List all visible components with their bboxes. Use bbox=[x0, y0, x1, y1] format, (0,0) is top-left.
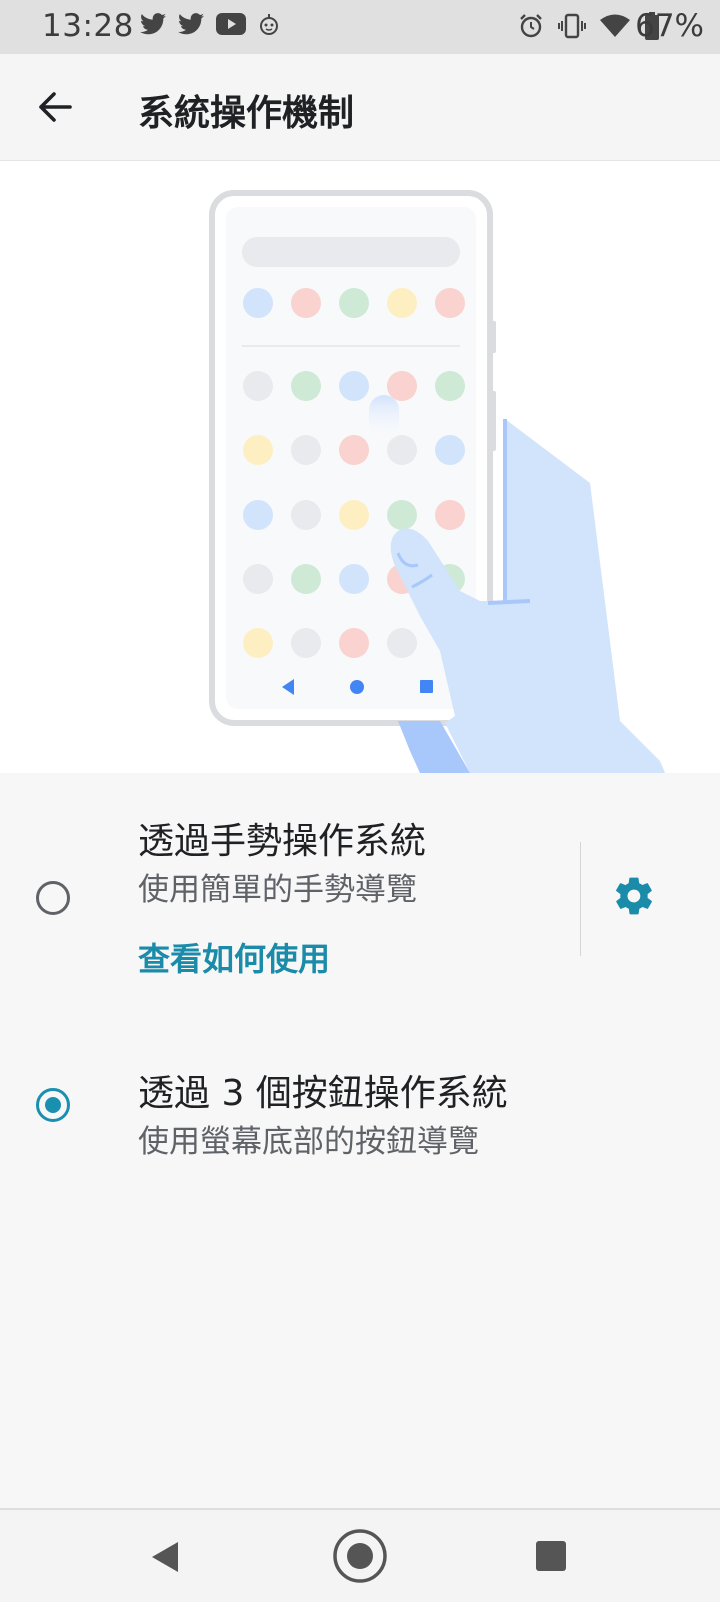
settings-divider bbox=[580, 842, 581, 956]
vibrate-icon bbox=[558, 13, 586, 39]
nav-recents-icon[interactable] bbox=[536, 1541, 566, 1571]
radio-gesture[interactable] bbox=[36, 881, 70, 915]
learn-how-link[interactable]: 查看如何使用 bbox=[138, 934, 330, 980]
robot-icon bbox=[260, 14, 278, 35]
notification-icons bbox=[140, 12, 280, 36]
alarm-icon bbox=[520, 14, 542, 38]
arrow-back-icon bbox=[39, 92, 72, 122]
twitter-icon bbox=[140, 13, 166, 35]
gesture-settings-button[interactable] bbox=[612, 874, 656, 918]
option-gesture-subtitle: 使用簡單的手勢導覽 bbox=[138, 872, 417, 908]
nav-home-icon[interactable] bbox=[332, 1528, 388, 1584]
gesture-illustration bbox=[0, 161, 720, 773]
option-gesture-title: 透過手勢操作系統 bbox=[138, 821, 427, 862]
nav-back-icon[interactable] bbox=[150, 1540, 180, 1574]
option-three-button-title: 透過 3 個按鈕操作系統 bbox=[138, 1073, 508, 1114]
battery-percent: 67% bbox=[635, 8, 704, 44]
status-time: 13:28 bbox=[42, 8, 134, 44]
radio-three-button[interactable] bbox=[36, 1088, 70, 1122]
page-title: 系統操作機制 bbox=[138, 93, 355, 134]
wifi-icon bbox=[600, 14, 630, 37]
status-bar: 13:28 67% bbox=[0, 0, 720, 54]
app-bar: 系統操作機制 bbox=[0, 54, 720, 161]
system-nav-bar bbox=[0, 1508, 720, 1602]
youtube-icon bbox=[216, 13, 246, 35]
phone-hand-illustration bbox=[209, 190, 665, 773]
gear-icon bbox=[616, 877, 652, 915]
twitter-icon bbox=[178, 13, 204, 35]
back-button[interactable] bbox=[30, 82, 80, 132]
option-three-button-subtitle: 使用螢幕底部的按鈕導覽 bbox=[138, 1124, 479, 1160]
